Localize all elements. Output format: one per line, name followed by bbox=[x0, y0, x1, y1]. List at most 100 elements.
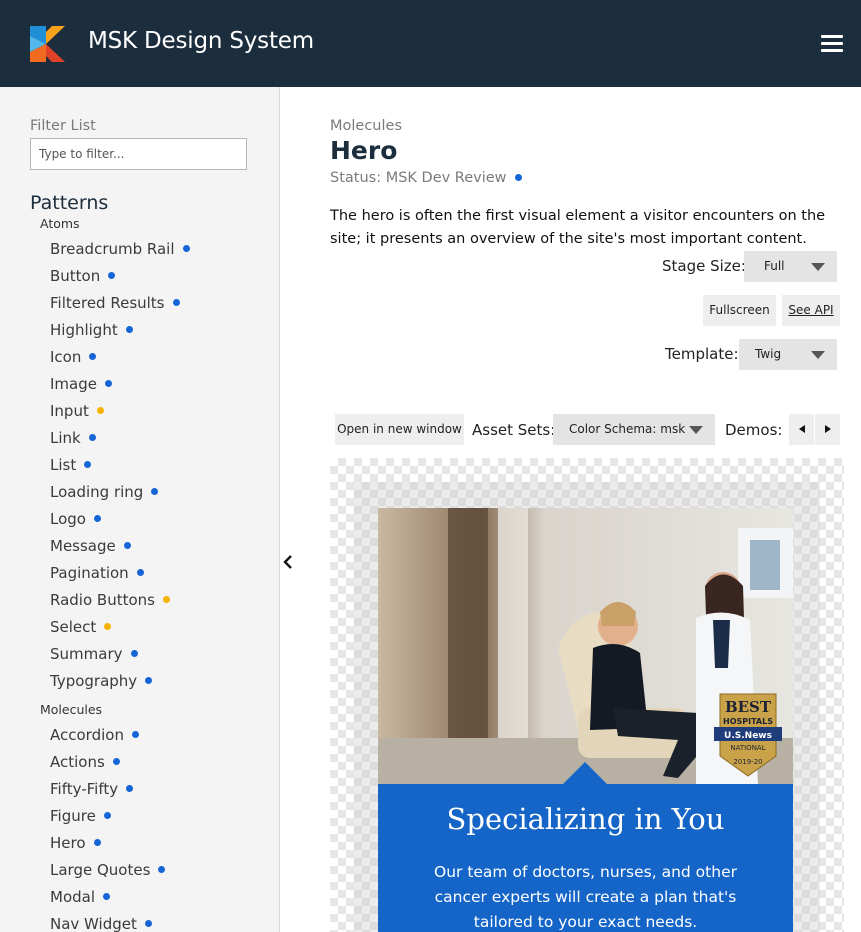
status-dot bbox=[131, 731, 139, 738]
filter-label: Filter List bbox=[30, 118, 96, 134]
sidebar-item-hero[interactable]: Hero bbox=[50, 834, 101, 852]
sidebar-item-label: Nav Widget bbox=[50, 915, 137, 932]
svg-text:HOSPITALS: HOSPITALS bbox=[723, 717, 773, 726]
sidebar-item-label: Actions bbox=[50, 753, 105, 771]
sidebar-item-pagination[interactable]: Pagination bbox=[50, 564, 144, 582]
sidebar-item-filtered-results[interactable]: Filtered Results bbox=[50, 294, 180, 312]
stage-size-select[interactable]: Full bbox=[744, 251, 837, 282]
status-dot bbox=[130, 650, 138, 657]
sidebar-item-accordion[interactable]: Accordion bbox=[50, 726, 139, 744]
sidebar-item-label: Breadcrumb Rail bbox=[50, 240, 175, 258]
sidebar-item-summary[interactable]: Summary bbox=[50, 645, 138, 663]
group-title-molecules: Molecules bbox=[40, 702, 103, 717]
sidebar-item-label: Button bbox=[50, 267, 101, 285]
sidebar-item-label: Select bbox=[50, 618, 97, 636]
pattern-stage: BEST HOSPITALS U.S.News NATIONAL 2019-20… bbox=[330, 458, 844, 932]
status-dot bbox=[104, 380, 112, 387]
svg-text:NATIONAL: NATIONAL bbox=[730, 744, 765, 752]
sidebar-item-logo[interactable]: Logo bbox=[50, 510, 101, 528]
chevron-down-icon bbox=[689, 426, 703, 434]
status-dot bbox=[136, 569, 144, 576]
sidebar-item-typography[interactable]: Typography bbox=[50, 672, 153, 690]
sidebar-item-label: Fifty-Fifty bbox=[50, 780, 119, 798]
demo-next-button[interactable] bbox=[815, 414, 840, 445]
patterns-title: Patterns bbox=[30, 192, 109, 214]
sidebar-item-radio-buttons[interactable]: Radio Buttons bbox=[50, 591, 170, 609]
sidebar-item-list[interactable]: List bbox=[50, 456, 92, 474]
sidebar-item-icon[interactable]: Icon bbox=[50, 348, 97, 366]
filter-input[interactable] bbox=[30, 138, 247, 170]
demo-prev-button[interactable] bbox=[789, 414, 814, 445]
sidebar-item-label: Image bbox=[50, 375, 97, 393]
svg-text:BEST: BEST bbox=[725, 698, 772, 716]
sidebar-item-label: Large Quotes bbox=[50, 861, 151, 879]
see-api-link[interactable]: See API bbox=[782, 295, 840, 326]
sidebar-item-image[interactable]: Image bbox=[50, 375, 112, 393]
sidebar-item-button[interactable]: Button bbox=[50, 267, 116, 285]
sidebar-item-large-quotes[interactable]: Large Quotes bbox=[50, 861, 166, 879]
asset-sets-label: Asset Sets: bbox=[472, 421, 556, 439]
status-dot bbox=[151, 488, 159, 495]
status-dot bbox=[84, 461, 92, 468]
status-dot bbox=[123, 542, 131, 549]
pattern-description: The hero is often the first visual eleme… bbox=[330, 208, 826, 247]
fullscreen-button[interactable]: Fullscreen bbox=[703, 295, 776, 326]
status-dot bbox=[96, 407, 104, 414]
demos-label: Demos: bbox=[725, 421, 783, 439]
status-dot bbox=[182, 245, 190, 252]
sidebar-item-figure[interactable]: Figure bbox=[50, 807, 111, 825]
status-dot bbox=[145, 677, 153, 684]
svg-text:U.S.News: U.S.News bbox=[724, 731, 772, 741]
status-dot bbox=[103, 893, 110, 900]
sidebar-item-modal[interactable]: Modal bbox=[50, 888, 110, 906]
sidebar-item-label: Input bbox=[50, 402, 89, 420]
sidebar-item-nav-widget[interactable]: Nav Widget bbox=[50, 915, 152, 932]
sidebar-item-message[interactable]: Message bbox=[50, 537, 131, 555]
sidebar-item-highlight[interactable]: Highlight bbox=[50, 321, 133, 339]
status-label: Status: MSK Dev Review bbox=[330, 170, 507, 186]
breadcrumb[interactable]: Molecules bbox=[330, 118, 402, 134]
chevron-down-icon bbox=[811, 351, 825, 359]
status-dot bbox=[93, 839, 101, 846]
status-dot bbox=[104, 623, 112, 630]
sidebar-item-select[interactable]: Select bbox=[50, 618, 112, 636]
sidebar-item-label: Radio Buttons bbox=[50, 591, 155, 609]
sidebar-item-input[interactable]: Input bbox=[50, 402, 104, 420]
status-text: Status: MSK Dev Review bbox=[330, 170, 522, 186]
brand-title[interactable]: MSK Design System bbox=[88, 28, 314, 54]
group-title-atoms: Atoms bbox=[40, 216, 80, 231]
sidebar-item-label: Highlight bbox=[50, 321, 118, 339]
msk-k-logo-icon[interactable] bbox=[30, 26, 65, 62]
template-select[interactable]: Twig bbox=[739, 339, 837, 370]
main-content: Molecules Hero Status: MSK Dev Review Th… bbox=[281, 87, 861, 932]
status-dot bbox=[108, 272, 116, 279]
open-new-window-button[interactable]: Open in new window bbox=[335, 414, 464, 445]
asset-sets-select[interactable]: Color Schema: msk bbox=[553, 414, 715, 445]
hero-body: Our team of doctors, nurses, and other c… bbox=[434, 863, 737, 931]
sidebar-item-fifty-fifty[interactable]: Fifty-Fifty bbox=[50, 780, 134, 798]
sidebar-item-label: Summary bbox=[50, 645, 123, 663]
sidebar-item-label: Figure bbox=[50, 807, 96, 825]
hamburger-menu-icon[interactable] bbox=[821, 35, 843, 53]
chevron-down-icon bbox=[811, 263, 825, 271]
stage-size-value: Full bbox=[764, 259, 785, 273]
asset-sets-value: Color Schema: msk bbox=[569, 422, 686, 436]
sidebar-item-link[interactable]: Link bbox=[50, 429, 96, 447]
sidebar-item-label: Logo bbox=[50, 510, 86, 528]
sidebar-item-label: Message bbox=[50, 537, 116, 555]
template-value: Twig bbox=[755, 347, 782, 361]
status-dot bbox=[126, 785, 134, 792]
status-dot bbox=[93, 515, 101, 522]
status-dot bbox=[144, 920, 152, 927]
sidebar-item-loading-ring[interactable]: Loading ring bbox=[50, 483, 159, 501]
sidebar-item-actions[interactable]: Actions bbox=[50, 753, 120, 771]
top-header: MSK Design System bbox=[0, 0, 861, 87]
status-dot bbox=[162, 596, 170, 603]
sidebar-item-label: Filtered Results bbox=[50, 294, 165, 312]
page-title: Hero bbox=[330, 136, 398, 165]
status-dot bbox=[103, 812, 111, 819]
sidebar-item-label: Hero bbox=[50, 834, 86, 852]
sidebar-item-breadcrumb-rail[interactable]: Breadcrumb Rail bbox=[50, 240, 190, 258]
triangle-left-icon bbox=[798, 425, 805, 433]
sidebar-item-label: List bbox=[50, 456, 77, 474]
